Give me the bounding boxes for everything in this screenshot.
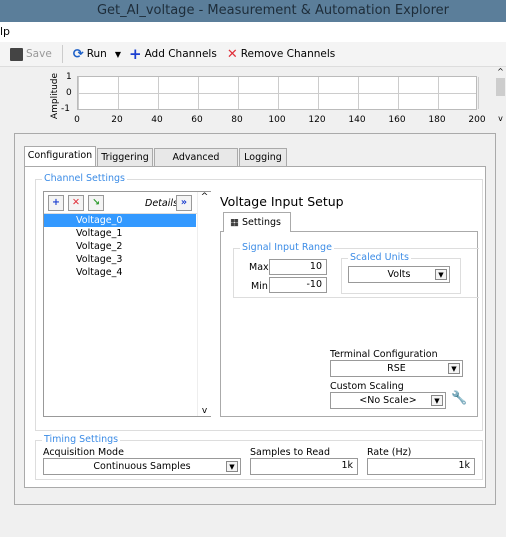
acquisition-mode-select[interactable]: Continuous Samples ▼ [43,458,241,475]
x-icon: ✕ [226,46,238,62]
plus-icon: + [52,197,60,208]
samples-to-read-input[interactable]: 1k [250,458,358,475]
x-tick: 180 [428,115,446,125]
custom-scaling-label: Custom Scaling [330,381,404,392]
plus-icon: + [128,45,142,63]
details-expand-button[interactable]: » [176,195,192,211]
y-tick: -1 [61,104,70,114]
menu-bar[interactable]: lp [0,22,506,42]
y-axis-label: Amplitude [50,72,61,120]
max-label: Max [249,262,269,273]
tab-triggering[interactable]: Triggering [97,148,153,166]
chevron-down-icon: ▼ [431,395,443,406]
rate-input[interactable]: 1k [367,458,475,475]
channel-list-item[interactable]: Voltage_4 [44,266,196,279]
x-tick: 140 [348,115,366,125]
y-tick: 1 [66,72,72,82]
chevron-down-icon: ▼ [435,269,447,280]
x-icon: ✕ [72,197,80,208]
min-label: Min [251,281,268,292]
grid-line [478,77,479,109]
floppy-icon [10,47,23,61]
channel-list-item[interactable]: Voltage_3 [44,253,196,266]
save-button[interactable]: Save [10,47,52,61]
add-channels-button[interactable]: + Add Channels [129,45,217,63]
chevron-down-icon: ▼ [226,461,238,472]
wrench-icon[interactable]: 🔧 [451,391,467,406]
settings-panel: Signal Input Range Max 10 Min -10 Scaled… [220,231,479,417]
channel-list-item[interactable]: Voltage_2 [44,240,196,253]
x-tick: 120 [308,115,326,125]
x-tick: 200 [468,115,486,125]
arrow-icon: ↘ [92,197,100,208]
toolbar-divider [61,45,63,63]
configuration-panel: Channel Settings + ✕ ↘ Details » Voltage… [24,166,486,488]
channel-list-item[interactable]: Voltage_0 [44,214,196,227]
scaled-units-select[interactable]: Volts ▼ [348,266,450,283]
tab-settings[interactable]: ▦ Settings [223,212,291,232]
grid-line [78,93,476,94]
remove-channel-button[interactable]: ✕ [68,195,84,211]
add-channel-button[interactable]: + [48,195,64,211]
channel-list[interactable]: + ✕ ↘ Details » Voltage_0 Voltage_1 Voltag… [43,191,211,417]
x-tick: 60 [191,115,203,125]
run-button[interactable]: ⟳ Run [73,47,107,62]
custom-scaling-select[interactable]: <No Scale> ▼ [330,392,446,409]
toolbar: Save ⟳ Run ▼ + Add Channels ✕ Remove Channe… [0,42,506,67]
terminal-config-select[interactable]: RSE ▼ [330,360,463,377]
reorder-channel-button[interactable]: ↘ [88,195,104,211]
details-label: Details [145,198,178,209]
refresh-icon: ⟳ [72,46,84,62]
tab-advanced-timing[interactable]: Advanced Timing [154,148,238,180]
samples-to-read-label: Samples to Read [250,447,331,458]
chevron-down-icon: ▼ [448,363,460,374]
min-input[interactable]: -10 [269,277,327,293]
plot-area [77,76,479,110]
settings-icon: ▦ [230,217,239,228]
x-tick: 20 [111,115,123,125]
y-tick: 0 [66,88,72,98]
list-scrollbar[interactable]: ^ v [197,192,211,416]
x-tick: 0 [74,115,80,125]
menu-item-help[interactable]: lp [0,25,10,38]
terminal-config-label: Terminal Configuration [330,349,438,360]
x-tick: 160 [388,115,406,125]
tab-configuration[interactable]: Configuration [24,146,96,167]
acquisition-mode-label: Acquisition Mode [43,447,124,458]
x-tick: 40 [151,115,163,125]
x-tick: 100 [268,115,286,125]
max-input[interactable]: 10 [269,259,327,275]
rate-label: Rate (Hz) [367,447,412,458]
run-dropdown-icon[interactable]: ▼ [115,50,121,59]
x-tick: 80 [231,115,243,125]
title-bar: Get_AI_voltage - Measurement & Automatio… [0,0,506,22]
tab-logging[interactable]: Logging [239,148,287,166]
channel-list-item[interactable]: Voltage_1 [44,227,196,240]
double-chevron-right-icon: » [180,197,188,208]
voltage-setup-title: Voltage Input Setup [220,194,344,209]
remove-channels-button[interactable]: ✕ Remove Channels [227,47,335,62]
graph-scrollbar[interactable]: ^ v [495,67,506,128]
